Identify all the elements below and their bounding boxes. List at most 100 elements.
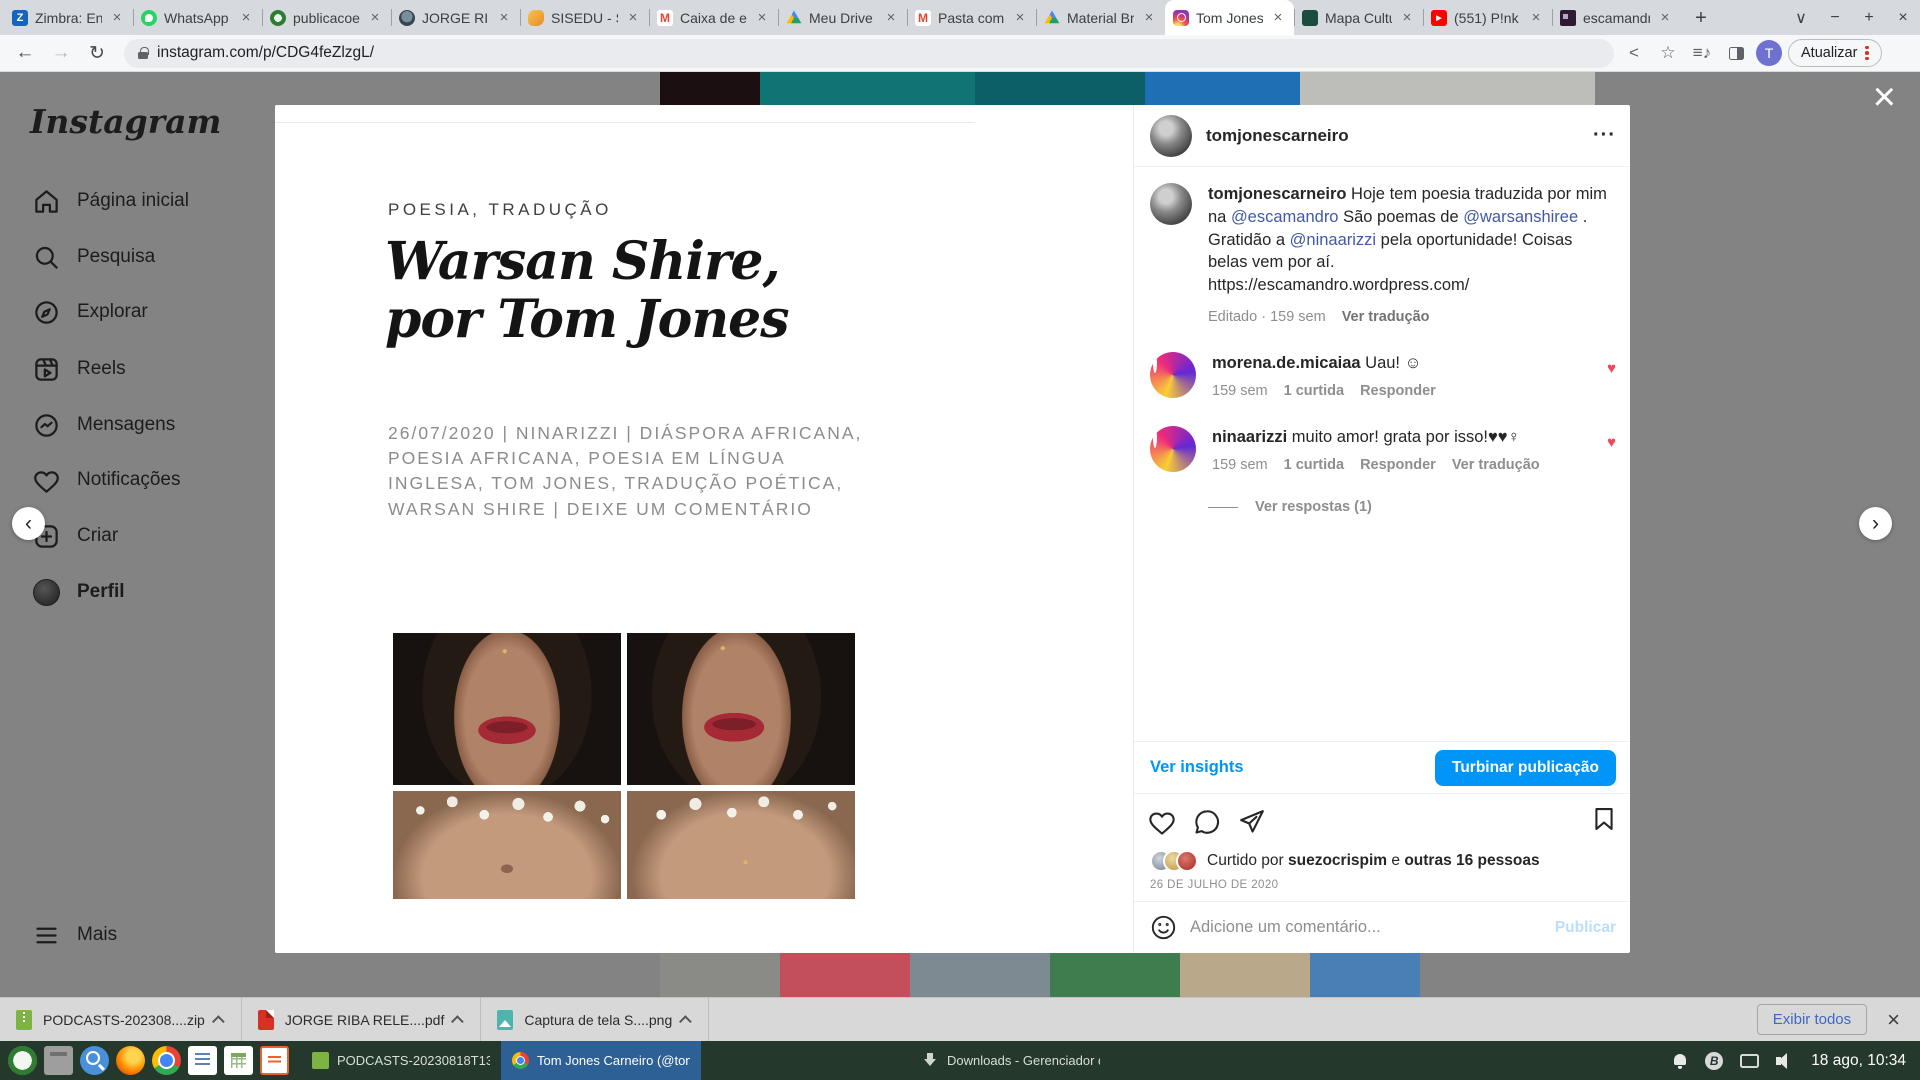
back-button[interactable]: ← <box>10 38 40 68</box>
emoji-smiley-icon[interactable] <box>1150 914 1177 941</box>
reload-button[interactable]: ↻ <box>82 38 112 68</box>
commenter-username[interactable]: morena.de.micaiaa <box>1212 354 1361 372</box>
comment-like-heart-icon[interactable]: ♥ <box>1607 434 1616 473</box>
publish-comment-button[interactable]: Publicar <box>1555 919 1616 937</box>
profile-avatar[interactable]: T <box>1756 40 1782 66</box>
tab-whatsapp[interactable]: WhatsApp× <box>133 0 262 35</box>
tab-close-icon[interactable]: × <box>496 10 512 26</box>
tab-close-icon[interactable]: × <box>1657 10 1673 26</box>
tab-close-icon[interactable]: × <box>109 10 125 26</box>
firefox-icon[interactable] <box>116 1046 145 1075</box>
tab-close-icon[interactable]: × <box>1012 10 1028 26</box>
taskbar-window-podcasts[interactable]: PODCASTS-20230818T1329... <box>301 1041 501 1080</box>
tab-close-icon[interactable]: × <box>754 10 770 26</box>
liker-avatars[interactable] <box>1150 850 1198 872</box>
author-username[interactable]: tomjonescarneiro <box>1206 126 1349 146</box>
mention-link[interactable]: @ninaarizzi <box>1290 231 1376 249</box>
notifications-bell-icon[interactable] <box>1672 1053 1688 1069</box>
author-avatar[interactable] <box>1150 115 1192 157</box>
taskbar-window-downloads[interactable]: Downloads - Gerenciador d... <box>911 1041 1111 1080</box>
file-manager-icon[interactable] <box>44 1046 73 1075</box>
tab-caixa-de-entrada[interactable]: Caixa de en× <box>649 0 778 35</box>
post-options-icon[interactable]: ··· <box>1593 124 1616 147</box>
tab-zimbra[interactable]: Zimbra: Ent× <box>4 0 133 35</box>
see-translation-link[interactable]: Ver tradução <box>1342 309 1430 325</box>
commenter-avatar[interactable] <box>1150 426 1196 472</box>
tab-jorge-riba[interactable]: JORGE RIBA× <box>391 0 520 35</box>
tab-publicacoes[interactable]: publicacoes× <box>262 0 391 35</box>
view-insights-link[interactable]: Ver insights <box>1150 758 1244 777</box>
chrome-menu-icon[interactable] <box>1865 46 1871 61</box>
tab-close-icon[interactable]: × <box>1528 10 1544 26</box>
author-avatar[interactable] <box>1150 183 1192 225</box>
tab-close-icon[interactable]: × <box>1270 10 1286 26</box>
tab-close-icon[interactable]: × <box>1399 10 1415 26</box>
tab-mapa-cultural[interactable]: Mapa Cultu× <box>1294 0 1423 35</box>
tab-close-icon[interactable]: × <box>367 10 383 26</box>
tab-search-chevron-icon[interactable]: ∨ <box>1784 8 1818 28</box>
bluetooth-icon[interactable]: B <box>1705 1052 1723 1070</box>
comment-like-heart-icon[interactable]: ♥ <box>1607 360 1616 399</box>
tab-escamandro[interactable]: escamandro× <box>1552 0 1681 35</box>
see-translation-link[interactable]: Ver tradução <box>1452 457 1540 473</box>
share-icon[interactable]: < <box>1620 39 1648 67</box>
address-bar[interactable]: instagram.com/p/CDG4feZlzgL/ <box>124 39 1614 68</box>
tab-close-icon[interactable]: × <box>238 10 254 26</box>
bookmark-star-icon[interactable]: ☆ <box>1654 39 1682 67</box>
comment-likes-count[interactable]: 1 curtida <box>1284 457 1344 473</box>
close-downloads-bar-icon[interactable]: × <box>1887 1007 1900 1033</box>
reply-link[interactable]: Responder <box>1360 383 1436 399</box>
window-close-button[interactable]: × <box>1886 9 1920 27</box>
side-panel-icon[interactable] <box>1722 39 1750 67</box>
next-post-button[interactable]: › <box>1859 507 1892 540</box>
tab-close-icon[interactable]: × <box>1141 10 1157 26</box>
download-item-zip[interactable]: PODCASTS-202308....zip <box>0 998 241 1041</box>
lock-icon[interactable] <box>138 47 148 59</box>
like-heart-icon[interactable] <box>1148 808 1176 836</box>
modal-close-icon[interactable]: × <box>1873 80 1896 114</box>
window-maximize-button[interactable]: + <box>1852 9 1886 27</box>
mention-link[interactable]: @warsanshiree <box>1463 208 1578 226</box>
taskbar-window-chrome-active[interactable]: Tom Jones Carneiro (@tomj... <box>501 1041 701 1080</box>
chrome-icon[interactable] <box>152 1046 181 1075</box>
new-tab-button[interactable]: + <box>1687 4 1715 32</box>
post-media-image[interactable]: POESIA, TRADUÇÃO Warsan Shire, por Tom J… <box>275 105 1133 953</box>
show-all-downloads-button[interactable]: Exibir todos <box>1757 1004 1867 1035</box>
tab-close-icon[interactable]: × <box>883 10 899 26</box>
tab-pasta-compartilhada[interactable]: Pasta comp× <box>907 0 1036 35</box>
display-icon[interactable] <box>1740 1054 1759 1068</box>
calc-icon[interactable] <box>224 1046 253 1075</box>
impress-icon[interactable] <box>260 1046 289 1075</box>
download-chevron-icon[interactable] <box>212 1015 225 1028</box>
volume-icon[interactable] <box>1776 1053 1794 1069</box>
distro-menu-icon[interactable] <box>8 1046 37 1075</box>
update-browser-button[interactable]: Atualizar <box>1788 39 1882 67</box>
search-launcher-icon[interactable] <box>80 1046 109 1075</box>
save-bookmark-icon[interactable] <box>1590 805 1618 833</box>
media-controls-icon[interactable]: ≡♪ <box>1688 39 1716 67</box>
reply-link[interactable]: Responder <box>1360 457 1436 473</box>
tab-close-icon[interactable]: × <box>625 10 641 26</box>
share-plane-icon[interactable] <box>1238 808 1266 836</box>
tab-tom-jones-active[interactable]: Tom Jones C× <box>1165 0 1294 35</box>
tab-sisedu[interactable]: SISEDU - Si× <box>520 0 649 35</box>
commenter-username[interactable]: ninaarizzi <box>1212 428 1287 446</box>
download-chevron-icon[interactable] <box>679 1015 692 1028</box>
add-comment-input[interactable] <box>1190 918 1542 937</box>
view-replies-link[interactable]: Ver respostas (1) <box>1208 499 1616 515</box>
previous-post-button[interactable]: ‹ <box>12 507 45 540</box>
download-chevron-icon[interactable] <box>451 1015 464 1028</box>
boost-post-button[interactable]: Turbinar publicação <box>1435 750 1616 786</box>
commenter-avatar[interactable] <box>1150 352 1196 398</box>
tab-youtube[interactable]: (551) P!nk -× <box>1423 0 1552 35</box>
comment-bubble-icon[interactable] <box>1193 808 1221 836</box>
forward-button[interactable]: → <box>46 38 76 68</box>
other-likers-link[interactable]: outras 16 pessoas <box>1404 852 1539 869</box>
tab-meu-drive[interactable]: Meu Drive -× <box>778 0 907 35</box>
comment-likes-count[interactable]: 1 curtida <box>1284 383 1344 399</box>
tab-material[interactable]: Material Br× <box>1036 0 1165 35</box>
download-item-pdf[interactable]: JORGE RIBA RELE....pdf <box>242 998 481 1041</box>
clock[interactable]: 18 ago, 10:34 <box>1811 1052 1906 1070</box>
writer-icon[interactable] <box>188 1046 217 1075</box>
liker-username[interactable]: suezocrispim <box>1288 852 1387 869</box>
